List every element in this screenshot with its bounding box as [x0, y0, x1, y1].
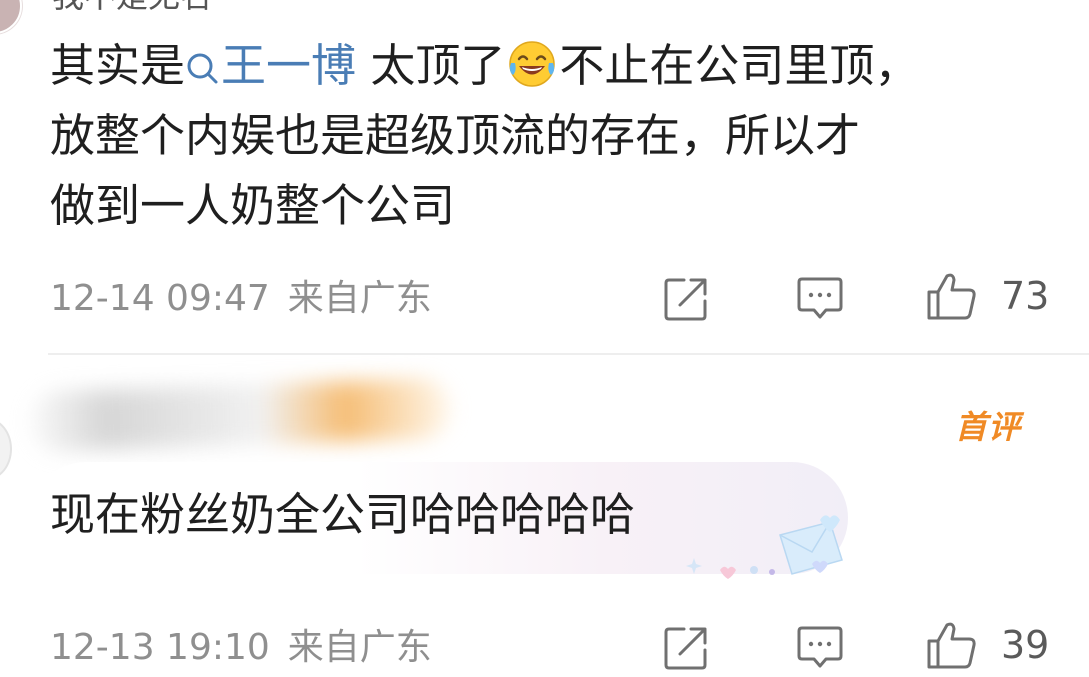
- comment-meta: 12-13 19:10 来自广东: [50, 627, 432, 669]
- comment-line: 放整个内娱也是超级顶流的存在，所以才: [50, 109, 861, 162]
- love-letter-decoration: [686, 515, 843, 579]
- comment-date: 12-13 19:10: [50, 627, 270, 668]
- mention-text: 王一博: [221, 39, 357, 92]
- comment-button[interactable]: [795, 624, 845, 672]
- like-count: 73: [1001, 274, 1050, 318]
- text-segment: 太顶了: [356, 39, 506, 92]
- comment-icon: [797, 277, 843, 319]
- comment-location: 来自广东: [287, 278, 432, 319]
- comment-icon: [797, 626, 843, 668]
- first-comment-badge: 首评: [955, 408, 1022, 446]
- like-button[interactable]: 39: [925, 619, 1049, 671]
- share-icon: [664, 278, 707, 321]
- comment-line: 其实是 王一博 太顶了 不止在公司里顶，: [50, 31, 919, 101]
- share-button[interactable]: [662, 624, 710, 672]
- text-segment: 其实是: [50, 39, 186, 92]
- share-icon: [664, 627, 707, 670]
- text-segment: 不止在公司里顶，: [559, 39, 920, 92]
- comment-button[interactable]: [795, 275, 845, 323]
- avatar[interactable]: [0, 418, 12, 480]
- comment-text: 现在粉丝奶全公司哈哈哈哈哈: [50, 488, 636, 541]
- thumbs-up-icon: [927, 622, 976, 669]
- like-count: 39: [1001, 623, 1050, 667]
- comment-location: 来自广东: [287, 627, 432, 668]
- share-button[interactable]: [662, 275, 710, 323]
- mention-link[interactable]: 王一博: [185, 39, 356, 92]
- comment-username-blurred[interactable]: [29, 377, 451, 453]
- comment-line: 做到一人奶整个公司: [50, 179, 456, 232]
- thumbs-up-icon: [927, 273, 976, 320]
- comment-text: 其实是 王一博 太顶了 不止在公司里顶， 放整个内娱也是超级顶流的存在，所以才 做到…: [50, 31, 919, 241]
- like-button[interactable]: 73: [925, 270, 1049, 322]
- laughing-tears-emoji: [509, 41, 556, 87]
- comment-date: 12-14 09:47: [50, 278, 270, 319]
- avatar[interactable]: [0, 0, 22, 34]
- search-icon: [187, 53, 218, 84]
- divider: [48, 353, 1089, 355]
- comment-username[interactable]: 我不是无名: [52, 0, 212, 14]
- comment-meta: 12-14 09:47 来自广东: [50, 278, 432, 320]
